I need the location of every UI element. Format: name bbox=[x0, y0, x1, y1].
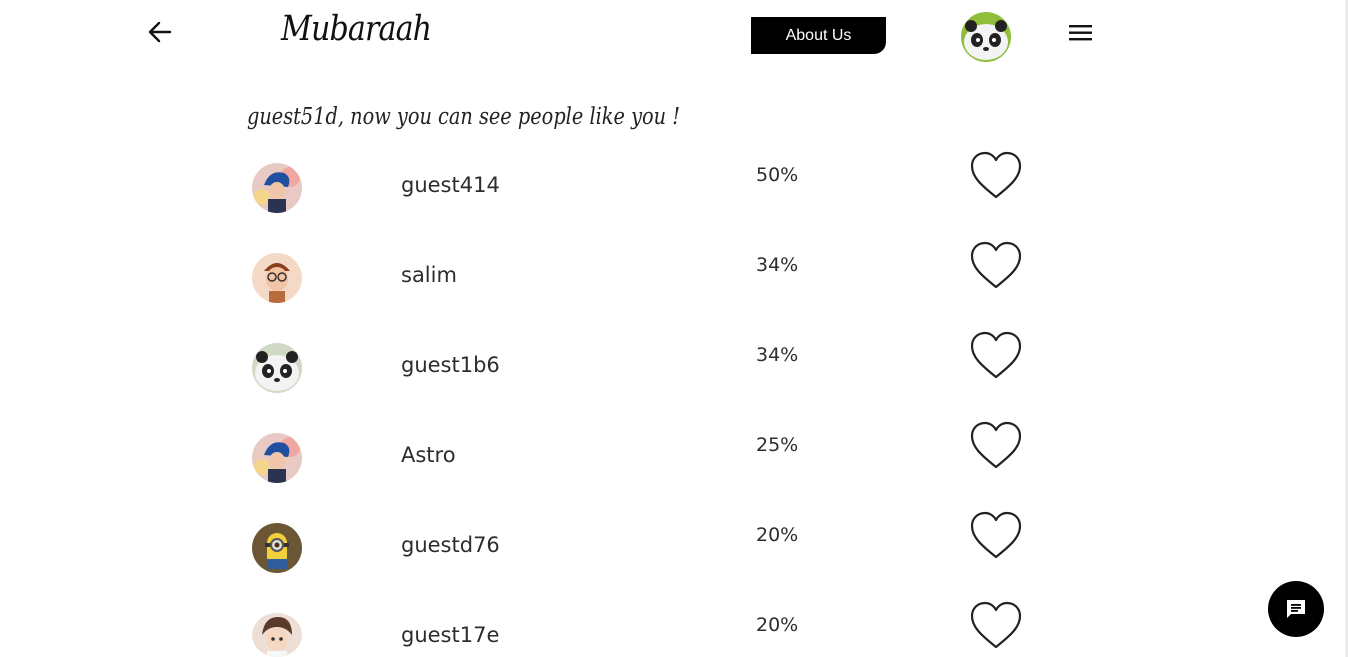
user-name[interactable]: salim bbox=[401, 263, 457, 287]
heart-icon bbox=[970, 151, 1022, 199]
match-percent: 25% bbox=[756, 434, 799, 456]
match-row: Astro 25% bbox=[0, 413, 1348, 503]
heart-icon bbox=[970, 241, 1022, 289]
back-button[interactable] bbox=[146, 19, 174, 45]
arrow-left-icon bbox=[148, 21, 172, 43]
match-row: guestd76 20% bbox=[0, 503, 1348, 593]
heart-icon bbox=[970, 331, 1022, 379]
user-avatar[interactable] bbox=[252, 163, 302, 213]
match-percent: 34% bbox=[756, 344, 799, 366]
chat-message-icon bbox=[1287, 600, 1305, 618]
match-percent: 20% bbox=[756, 614, 799, 636]
user-avatar[interactable] bbox=[252, 613, 302, 657]
match-row: guest414 50% bbox=[0, 143, 1348, 233]
cartoon-boy-glasses-avatar-icon bbox=[252, 253, 302, 303]
heart-icon bbox=[970, 511, 1022, 559]
match-percent: 34% bbox=[756, 254, 799, 276]
about-us-button[interactable]: About Us bbox=[751, 17, 886, 54]
heart-icon bbox=[970, 421, 1022, 469]
match-percent: 20% bbox=[756, 524, 799, 546]
user-name[interactable]: guest1b6 bbox=[401, 353, 500, 377]
match-percent: 50% bbox=[756, 164, 799, 186]
like-button[interactable] bbox=[969, 331, 1023, 381]
user-avatar[interactable] bbox=[252, 253, 302, 303]
anime-boy-avatar-icon bbox=[252, 613, 302, 657]
like-button[interactable] bbox=[969, 511, 1023, 561]
user-name[interactable]: guest17e bbox=[401, 623, 499, 647]
user-name[interactable]: guest414 bbox=[401, 173, 500, 197]
like-button[interactable] bbox=[969, 151, 1023, 201]
page-heading: guest51d, now you can see people like yo… bbox=[247, 104, 680, 130]
minion-avatar-icon bbox=[252, 523, 302, 573]
brand-logo[interactable]: Mubaraah bbox=[281, 9, 432, 49]
user-avatar[interactable] bbox=[252, 523, 302, 573]
user-avatar[interactable] bbox=[252, 433, 302, 483]
panda-avatar-icon bbox=[252, 343, 302, 393]
match-row: guest1b6 34% bbox=[0, 323, 1348, 413]
match-row: guest17e 20% bbox=[0, 593, 1348, 657]
heart-icon bbox=[970, 601, 1022, 649]
match-row: salim 34% bbox=[0, 233, 1348, 323]
like-button[interactable] bbox=[969, 421, 1023, 471]
blue-hair-character-avatar-icon bbox=[252, 433, 302, 483]
panda-avatar-icon bbox=[961, 12, 1011, 62]
blue-hair-character-avatar-icon bbox=[252, 163, 302, 213]
hamburger-menu-button[interactable] bbox=[1068, 22, 1094, 44]
like-button[interactable] bbox=[969, 601, 1023, 651]
hamburger-menu-icon bbox=[1069, 25, 1092, 41]
like-button[interactable] bbox=[969, 241, 1023, 291]
chat-button[interactable] bbox=[1268, 581, 1324, 637]
user-name[interactable]: Astro bbox=[401, 443, 456, 467]
profile-avatar[interactable] bbox=[961, 12, 1011, 62]
user-name[interactable]: guestd76 bbox=[401, 533, 500, 557]
user-avatar[interactable] bbox=[252, 343, 302, 393]
